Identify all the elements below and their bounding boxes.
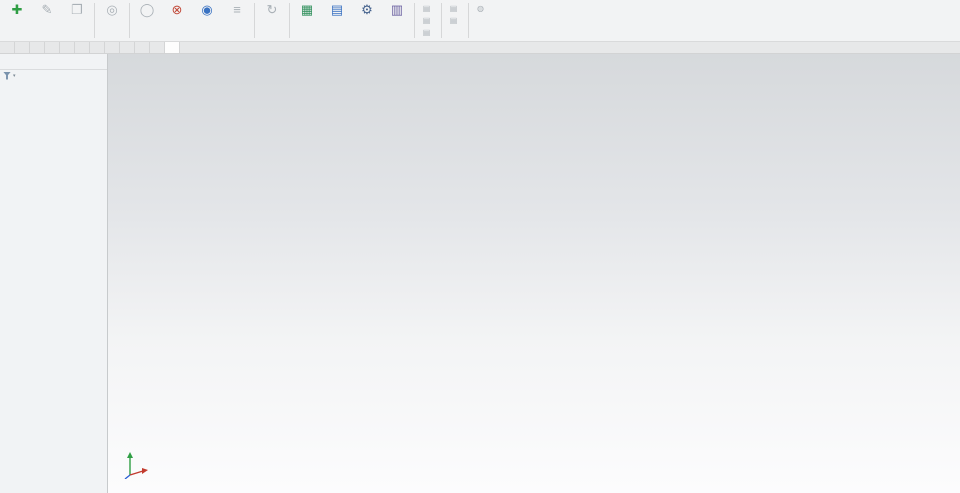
feature-tree [0, 81, 107, 82]
ribbon-separator [468, 3, 469, 38]
tab-solidworks-add-ins[interactable] [105, 42, 120, 53]
tab-solidworks-cam-tbm[interactable] [150, 42, 165, 53]
add-edit-balloons-icon: ◯ [139, 2, 155, 17]
export-column-1: ▤ ▤ ▤ [417, 0, 439, 41]
ribbon-separator [289, 3, 290, 38]
ribbon-button-edit-inspection-project[interactable]: ✎ [32, 0, 62, 41]
ribbon-button-export-to-3d-pdf[interactable]: ▤ [444, 2, 466, 14]
ribbon-button-export-to-solidworks-inspection-project[interactable]: ▤ [417, 26, 439, 38]
new-inspection-project-icon: ✚ [11, 2, 23, 17]
tab-mbd-dimensions[interactable] [90, 42, 105, 53]
featuremanager-panel: ▾ [0, 54, 108, 493]
ribbon-button-export-edrawing[interactable]: ▤ [444, 14, 466, 26]
export-2d-pdf-icon: ▤ [422, 3, 431, 13]
export-swip-icon: ▤ [422, 27, 431, 37]
ribbon-separator [441, 3, 442, 38]
ribbon-button-export-to-excel[interactable]: ▤ [417, 14, 439, 26]
ribbon-button-export-to-2d-pdf[interactable]: ▤ [417, 2, 439, 14]
add-characteristic-icon: ◎ [106, 2, 118, 17]
ribbon-button-launch-template-editor[interactable]: ▦ [292, 0, 322, 41]
graphics-viewport[interactable] [108, 54, 960, 493]
ribbon-separator [94, 3, 95, 38]
net-inspect-icon: ◍ [477, 3, 484, 13]
ribbon-separator [414, 3, 415, 38]
create-new-template-icon: ❐ [71, 2, 83, 17]
tab-solidworks-cam[interactable] [135, 42, 150, 53]
balloon-sequence-icon: ≡ [233, 2, 241, 17]
export-3d-pdf-icon: ▤ [449, 3, 458, 13]
launch-template-editor-icon: ▦ [300, 2, 314, 17]
tab-surfaces[interactable] [30, 42, 45, 53]
ribbon-button-edit-vendors[interactable]: ▥ [382, 0, 412, 41]
ribbon-separator [254, 3, 255, 38]
ribbon-button-remove-balloons[interactable]: ⊗ [162, 0, 192, 41]
export-edrawing-icon: ▤ [449, 15, 458, 25]
ribbon-button-edit-inspection-methods[interactable]: ▤ [322, 0, 352, 41]
tab-markup[interactable] [60, 42, 75, 53]
edit-operations-icon: ⚙ [361, 2, 373, 17]
ribbon-button-select-balloons[interactable]: ◉ [192, 0, 222, 41]
tab-sketch[interactable] [15, 42, 30, 53]
ribbon-button-add-edit-balloons[interactable]: ◯ [132, 0, 162, 41]
tab-evaluate[interactable] [75, 42, 90, 53]
edit-vendors-icon: ▥ [390, 2, 404, 17]
commandmanager-tabbar [0, 42, 960, 54]
remove-balloons-icon: ⊗ [171, 2, 183, 17]
ribbon-separator [129, 3, 130, 38]
select-balloons-icon: ◉ [201, 2, 213, 17]
ribbon-button-create-new-template[interactable]: ❐ [62, 0, 92, 41]
update-inspection-project-icon: ↻ [266, 2, 278, 17]
ribbon-button-new-inspection-project[interactable]: ✚ [2, 0, 32, 41]
ribbon-button-edit-operations[interactable]: ⚙ [352, 0, 382, 41]
featuremanager-tab-strip [0, 54, 107, 70]
orientation-triad [124, 452, 148, 479]
ribbon-button-add-characteristic[interactable]: ◎ [97, 0, 127, 41]
tab-direct-editing[interactable] [45, 42, 60, 53]
tab-features[interactable] [0, 42, 15, 53]
tab-solidworks-inspection[interactable] [165, 42, 180, 53]
export-excel-icon: ▤ [422, 15, 431, 25]
edit-inspection-project-icon: ✎ [41, 2, 53, 17]
edit-inspection-methods-icon: ▤ [330, 2, 344, 17]
lattice-canopy-model[interactable] [108, 54, 960, 493]
tree-filter-row: ▾ [0, 70, 107, 81]
export-column-3: ◍ [471, 0, 493, 41]
tab-mbd[interactable] [120, 42, 135, 53]
filter-caret-icon[interactable]: ▾ [13, 73, 16, 79]
ribbon-button-update-inspection-project[interactable]: ↻ [257, 0, 287, 41]
inspection-ribbon: ✚ ✎ ❐ ◎ ◯ ⊗ ◉ ≡ ↻ ▦ ▤ ⚙ ▥ ▤ ▤ ▤ ▤ ▤ ◍ [0, 0, 960, 42]
ribbon-button-net-inspect[interactable]: ◍ [471, 2, 493, 14]
filter-funnel-icon[interactable] [3, 71, 11, 80]
ribbon-button-balloon-sequence[interactable]: ≡ [222, 0, 252, 41]
export-column-2: ▤ ▤ [444, 0, 466, 41]
